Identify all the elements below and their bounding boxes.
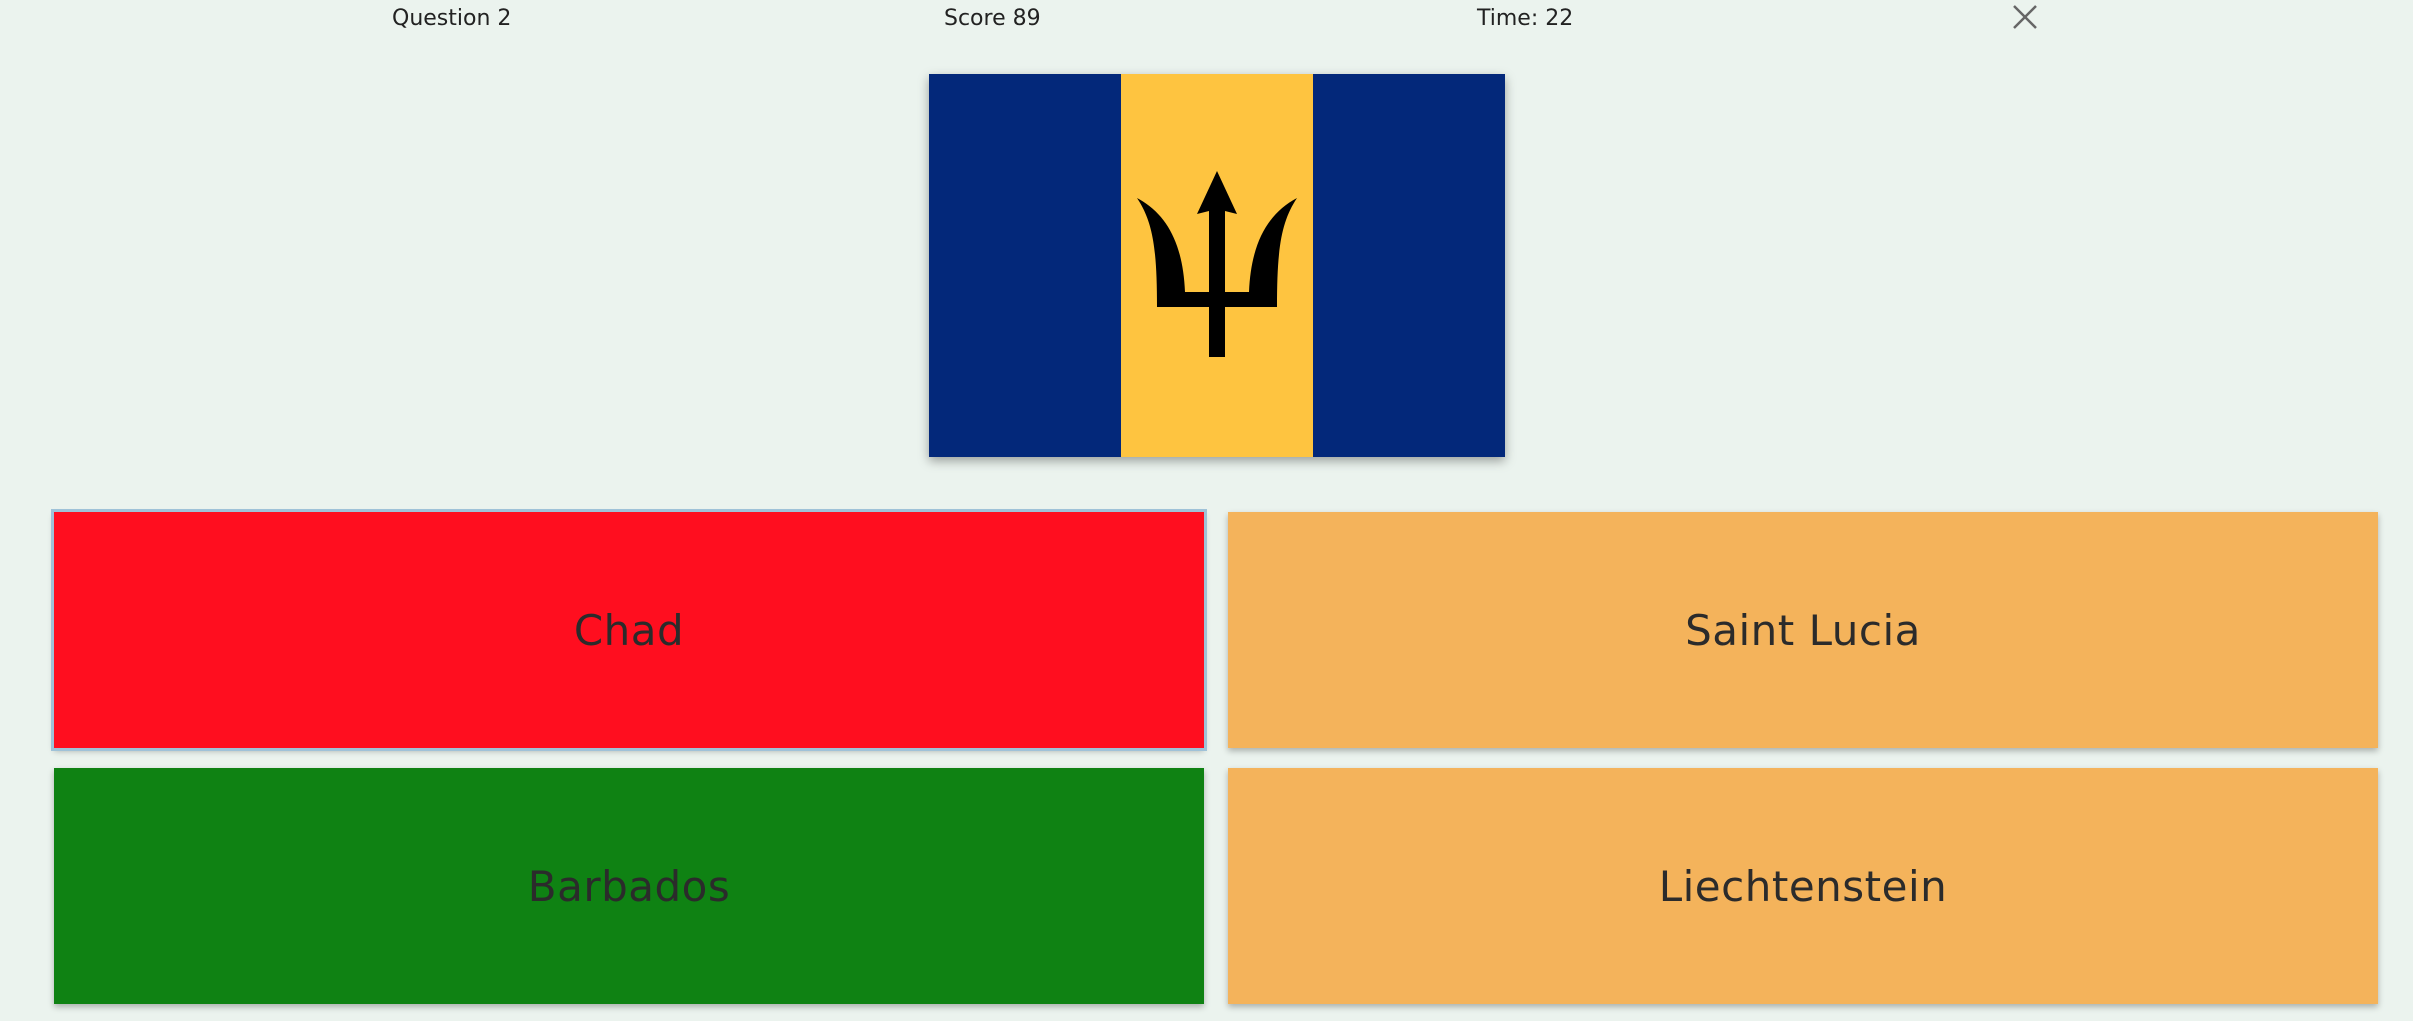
answer-button-chad[interactable]: Chad: [51, 509, 1207, 751]
answer-button-saint-lucia[interactable]: Saint Lucia: [1228, 512, 2378, 748]
close-button[interactable]: [2008, 0, 2042, 34]
answer-label: Liechtenstein: [1658, 861, 1948, 911]
flag-stripe-right: [1313, 74, 1505, 457]
answer-label: Chad: [573, 605, 685, 655]
flag-stripe-left: [929, 74, 1121, 457]
answer-button-liechtenstein[interactable]: Liechtenstein: [1228, 768, 2378, 1004]
score-display: Score 89: [944, 6, 1041, 31]
answer-label: Barbados: [527, 861, 731, 911]
quiz-header: Question 2 Score 89 Time: 22: [0, 0, 2413, 44]
question-counter: Question 2: [392, 6, 512, 31]
timer-display: Time: 22: [1477, 6, 1574, 31]
close-icon: [2013, 5, 2037, 29]
answer-label: Saint Lucia: [1685, 605, 1921, 655]
barbados-flag: [929, 74, 1505, 457]
answer-button-barbados[interactable]: Barbados: [54, 768, 1204, 1004]
flag-image: [929, 74, 1505, 457]
